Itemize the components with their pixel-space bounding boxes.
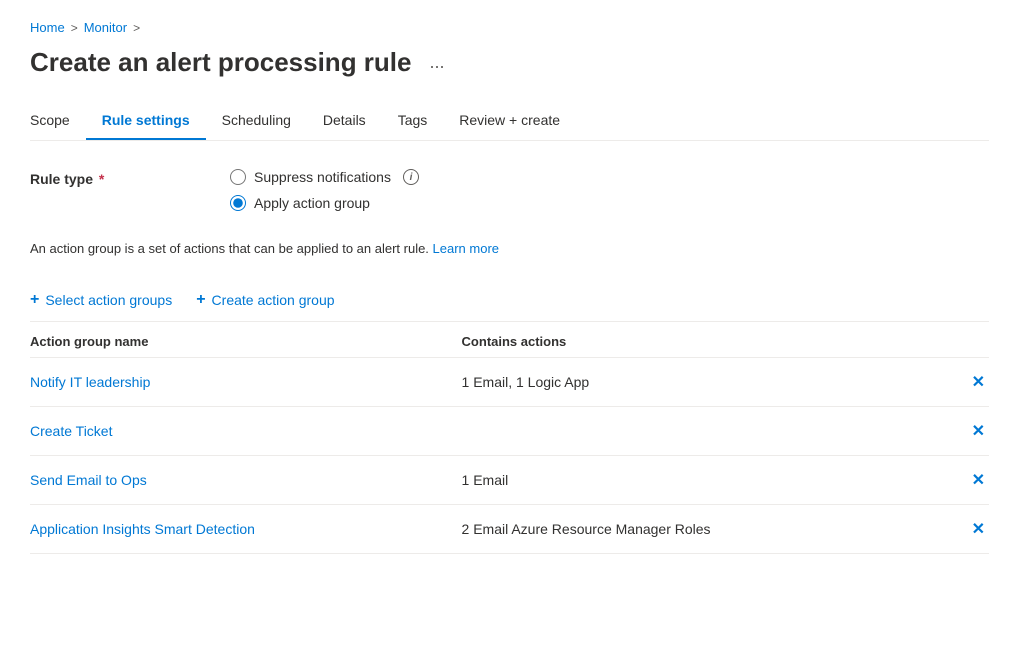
action-group-name: Create Ticket [30, 406, 462, 455]
page-title-row: Create an alert processing rule ... [30, 47, 989, 78]
action-group-actions: 1 Email, 1 Logic App [462, 357, 894, 406]
breadcrumb-home[interactable]: Home [30, 20, 65, 35]
remove-cell: ✕ [893, 357, 989, 406]
action-group-link[interactable]: Send Email to Ops [30, 472, 147, 488]
action-group-link[interactable]: Create Ticket [30, 423, 112, 439]
remove-cell: ✕ [893, 406, 989, 455]
col-actions: Contains actions [462, 322, 894, 358]
col-name: Action group name [30, 322, 462, 358]
create-action-group-button[interactable]: + Create action group [196, 291, 334, 309]
action-group-name: Send Email to Ops [30, 455, 462, 504]
suppress-info-icon[interactable]: i [403, 169, 419, 185]
rule-type-section: Rule type * Suppress notifications i App… [30, 169, 989, 211]
remove-cell: ✕ [893, 455, 989, 504]
action-bar: + Select action groups + Create action g… [30, 279, 989, 322]
remove-icon: ✕ [972, 519, 985, 539]
select-action-groups-button[interactable]: + Select action groups [30, 291, 172, 309]
create-plus-icon: + [196, 291, 205, 309]
tab-tags[interactable]: Tags [382, 102, 444, 140]
remove-icon: ✕ [972, 470, 985, 490]
select-plus-icon: + [30, 291, 39, 309]
action-group-link[interactable]: Application Insights Smart Detection [30, 521, 255, 537]
header-row: Action group name Contains actions [30, 322, 989, 358]
breadcrumb: Home > Monitor > [30, 20, 989, 35]
table-body: Notify IT leadership 1 Email, 1 Logic App… [30, 357, 989, 553]
tab-scope[interactable]: Scope [30, 102, 86, 140]
table-row: Notify IT leadership 1 Email, 1 Logic App… [30, 357, 989, 406]
table-row: Send Email to Ops 1 Email ✕ [30, 455, 989, 504]
breadcrumb-sep1: > [71, 21, 78, 35]
apply-option[interactable]: Apply action group [230, 195, 419, 211]
tabs-nav: Scope Rule settings Scheduling Details T… [30, 102, 989, 141]
action-group-actions: 2 Email Azure Resource Manager Roles [462, 504, 894, 553]
remove-button[interactable]: ✕ [968, 370, 989, 394]
remove-icon: ✕ [972, 372, 985, 392]
tab-scheduling[interactable]: Scheduling [206, 102, 307, 140]
breadcrumb-sep2: > [133, 21, 140, 35]
remove-button[interactable]: ✕ [968, 517, 989, 541]
page-title: Create an alert processing rule [30, 47, 411, 78]
tab-review-create[interactable]: Review + create [443, 102, 576, 140]
rule-type-label: Rule type * [30, 169, 230, 187]
action-group-link[interactable]: Notify IT leadership [30, 374, 150, 390]
rule-type-row: Rule type * Suppress notifications i App… [30, 169, 989, 211]
create-action-group-label: Create action group [212, 292, 335, 308]
action-group-actions [462, 406, 894, 455]
remove-cell: ✕ [893, 504, 989, 553]
remove-button[interactable]: ✕ [968, 468, 989, 492]
remove-button[interactable]: ✕ [968, 419, 989, 443]
radio-group: Suppress notifications i Apply action gr… [230, 169, 419, 211]
apply-radio[interactable] [230, 195, 246, 211]
remove-icon: ✕ [972, 421, 985, 441]
info-text-content: An action group is a set of actions that… [30, 241, 433, 256]
action-groups-table: Action group name Contains actions Notif… [30, 322, 989, 554]
suppress-option[interactable]: Suppress notifications i [230, 169, 419, 185]
tab-rule-settings[interactable]: Rule settings [86, 102, 206, 140]
suppress-label: Suppress notifications [254, 169, 391, 185]
table-header: Action group name Contains actions [30, 322, 989, 358]
table-row: Application Insights Smart Detection 2 Em… [30, 504, 989, 553]
action-group-actions: 1 Email [462, 455, 894, 504]
breadcrumb-monitor[interactable]: Monitor [84, 20, 127, 35]
suppress-radio[interactable] [230, 169, 246, 185]
select-action-groups-label: Select action groups [45, 292, 172, 308]
ellipsis-button[interactable]: ... [423, 50, 450, 75]
apply-label: Apply action group [254, 195, 370, 211]
required-indicator: * [95, 171, 104, 187]
table-row: Create Ticket ✕ [30, 406, 989, 455]
learn-more-link[interactable]: Learn more [433, 241, 499, 256]
action-group-name: Application Insights Smart Detection [30, 504, 462, 553]
col-remove [893, 322, 989, 358]
action-group-name: Notify IT leadership [30, 357, 462, 406]
info-text: An action group is a set of actions that… [30, 239, 989, 259]
tab-details[interactable]: Details [307, 102, 382, 140]
